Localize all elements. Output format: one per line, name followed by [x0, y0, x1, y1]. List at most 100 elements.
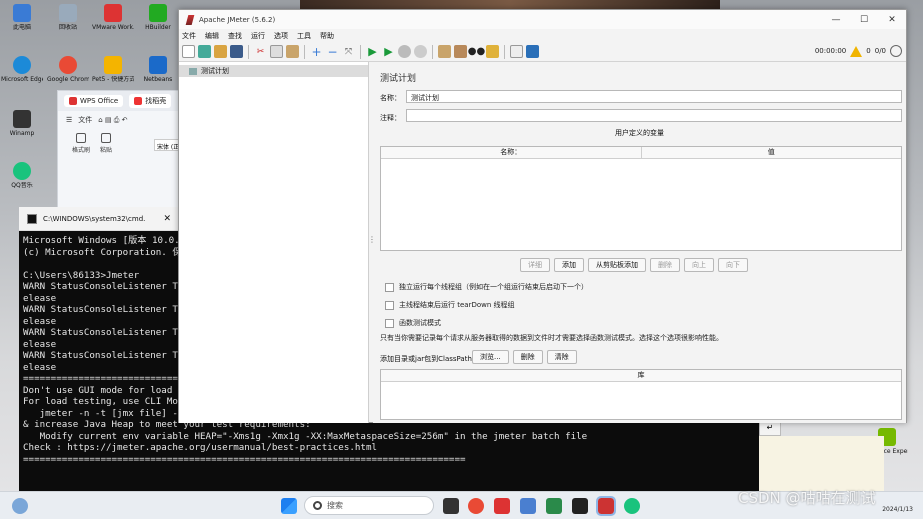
wps-taskbar-icon[interactable] [494, 498, 510, 514]
name-input[interactable]: 测试计划 [406, 90, 902, 103]
classpath-clear-button[interactable]: 清除 [546, 350, 577, 364]
shutdown-icon[interactable] [414, 45, 427, 58]
task-view-icon[interactable] [443, 498, 459, 514]
up-button[interactable]: 向上 [684, 258, 714, 272]
clear-icon[interactable] [438, 45, 451, 58]
collapse-icon[interactable]: − [326, 45, 339, 59]
jmeter-taskbar-icon[interactable] [596, 496, 616, 516]
taskbar-date: 2024/1/13 [882, 506, 913, 513]
desktop-icon-qqmusic[interactable]: QQ音乐 [1, 162, 43, 189]
desktop-icon-vmware[interactable]: VMware Work... [92, 4, 134, 31]
close-icon[interactable]: ✕ [878, 15, 906, 25]
binoculars-icon[interactable]: ●● [468, 45, 485, 58]
functional-mode-note: 只有当你需要记录每个请求从服务器取得的数据到文件时才需要选择函数测试模式。选择这… [380, 334, 723, 342]
cut-icon[interactable]: ✂ [254, 45, 267, 58]
desktop-icon-pet5[interactable]: Pet5 - 快捷方式 [92, 56, 134, 83]
cmd-window-lower [19, 422, 759, 492]
user-vars-table[interactable]: 名称： 值 [380, 146, 902, 251]
paste-icon [101, 133, 112, 143]
paste-button[interactable]: 粘贴 [100, 133, 112, 154]
reset-search-icon[interactable] [486, 45, 499, 58]
desktop-icon-edge[interactable]: Microsoft Edge [1, 56, 43, 83]
copy-icon[interactable] [270, 45, 283, 58]
menu-run[interactable]: 运行 [251, 31, 265, 41]
return-icon: ↵ [759, 422, 781, 436]
wps-menu-file[interactable]: 文件 [78, 115, 92, 125]
format-painter-button[interactable]: 格式刷 [72, 133, 90, 154]
test-tree: 测试计划 [179, 62, 369, 423]
wps-hamburger-icon[interactable]: ☰ [66, 116, 72, 124]
search-icon [313, 501, 322, 510]
stop-icon[interactable] [398, 45, 411, 58]
toggle-icon[interactable]: ⤧ [342, 45, 355, 58]
serialize-threadgroups-checkbox[interactable]: 独立运行每个线程组（例如在一个组运行结束后启动下一个） [385, 282, 588, 292]
name-label: 名称： [380, 94, 401, 102]
start-no-pause-icon[interactable]: ▶ [382, 45, 395, 58]
desktop-icon-recycle-bin[interactable]: 回收站 [47, 4, 89, 31]
minimize-icon[interactable]: — [822, 15, 850, 25]
start-icon[interactable] [281, 498, 297, 514]
warning-icon[interactable] [850, 45, 863, 57]
help-icon[interactable] [526, 45, 539, 58]
comment-input[interactable] [406, 109, 902, 122]
tree-node-test-plan[interactable]: 测试计划 [179, 65, 368, 77]
window-buttons: — ☐ ✕ [822, 15, 906, 25]
menu-help[interactable]: 帮助 [320, 31, 334, 41]
background-window [759, 436, 884, 492]
test-plan-icon [189, 67, 197, 75]
detail-button[interactable]: 详细 [520, 258, 550, 272]
weather-icon[interactable] [12, 498, 28, 514]
desktop-icon-chrome[interactable]: Google Chrome [47, 56, 89, 83]
vars-button-row: 详细 添加 从剪贴板添加 删除 向上 向下 [520, 258, 748, 272]
jmeter-titlebar[interactable]: Apache JMeter (5.6.2) — ☐ ✕ [179, 10, 906, 29]
desktop-icon-winamp[interactable]: Winamp [1, 110, 43, 137]
delete-button[interactable]: 删除 [650, 258, 680, 272]
menu-options[interactable]: 选项 [274, 31, 288, 41]
format-painter-icon [76, 133, 86, 143]
app-taskbar-icon[interactable] [546, 498, 562, 514]
down-button[interactable]: 向下 [718, 258, 748, 272]
cmd-icon [27, 213, 37, 224]
explorer-taskbar-icon[interactable] [520, 498, 536, 514]
paste-icon[interactable] [286, 45, 299, 58]
new-icon[interactable] [182, 45, 195, 58]
wechat-taskbar-icon[interactable] [624, 498, 640, 514]
classpath-delete-button[interactable]: 删除 [512, 350, 543, 364]
jmeter-window: Apache JMeter (5.6.2) — ☐ ✕ 文件 编辑 查找 运行 … [178, 9, 907, 423]
menu-edit[interactable]: 编辑 [205, 31, 219, 41]
menu-tools[interactable]: 工具 [297, 31, 311, 41]
add-from-clipboard-button[interactable]: 从剪贴板添加 [588, 258, 646, 272]
expand-icon[interactable]: + [310, 45, 323, 59]
col-value-header[interactable]: 值 [640, 147, 902, 158]
desktop-icon-hbuilder[interactable]: HBuilder [137, 4, 179, 31]
browse-button[interactable]: 浏览... [472, 350, 509, 364]
start-icon[interactable]: ▶ [366, 45, 379, 58]
teardown-checkbox[interactable]: 主线程结束后运行 tearDown 线程组 [385, 300, 515, 310]
clear-all-icon[interactable] [454, 45, 467, 58]
library-table[interactable]: 库 [380, 369, 902, 420]
cmd-taskbar-icon[interactable] [572, 498, 588, 514]
functional-mode-checkbox[interactable]: 函数测试模式 [385, 318, 441, 328]
col-name-header[interactable]: 名称： [381, 147, 641, 158]
menu-search[interactable]: 查找 [228, 31, 242, 41]
menu-file[interactable]: 文件 [182, 31, 196, 41]
wps-tab-docer[interactable]: 找稻壳 [129, 94, 172, 108]
remote-icon[interactable] [890, 45, 902, 57]
wps-tab-office[interactable]: WPS Office [64, 95, 124, 107]
window-title: Apache JMeter (5.6.2) [199, 15, 276, 24]
cmd-title: C:\WINDOWS\system32\cmd. [43, 214, 146, 223]
chrome-taskbar-icon[interactable] [468, 498, 484, 514]
desktop-icon-netbeans[interactable]: Netbeans [137, 56, 179, 83]
save-icon[interactable] [230, 45, 243, 58]
add-button[interactable]: 添加 [554, 258, 584, 272]
function-helper-icon[interactable] [510, 45, 523, 58]
library-column-header[interactable]: 库 [381, 370, 901, 381]
open-icon[interactable] [214, 45, 227, 58]
toolbar: ✂ + − ⤧ ▶ ▶ ●● 00:00:00 0 0/0 [179, 42, 906, 62]
cmd-close-icon[interactable]: ✕ [163, 214, 171, 224]
maximize-icon[interactable]: ☐ [850, 15, 878, 25]
cmd-titlebar[interactable]: C:\WINDOWS\system32\cmd. ✕ [19, 207, 179, 231]
taskbar-search[interactable]: 搜索 [304, 496, 434, 515]
templates-icon[interactable] [198, 45, 211, 58]
desktop-icon-this-pc[interactable]: 此电脑 [1, 4, 43, 31]
